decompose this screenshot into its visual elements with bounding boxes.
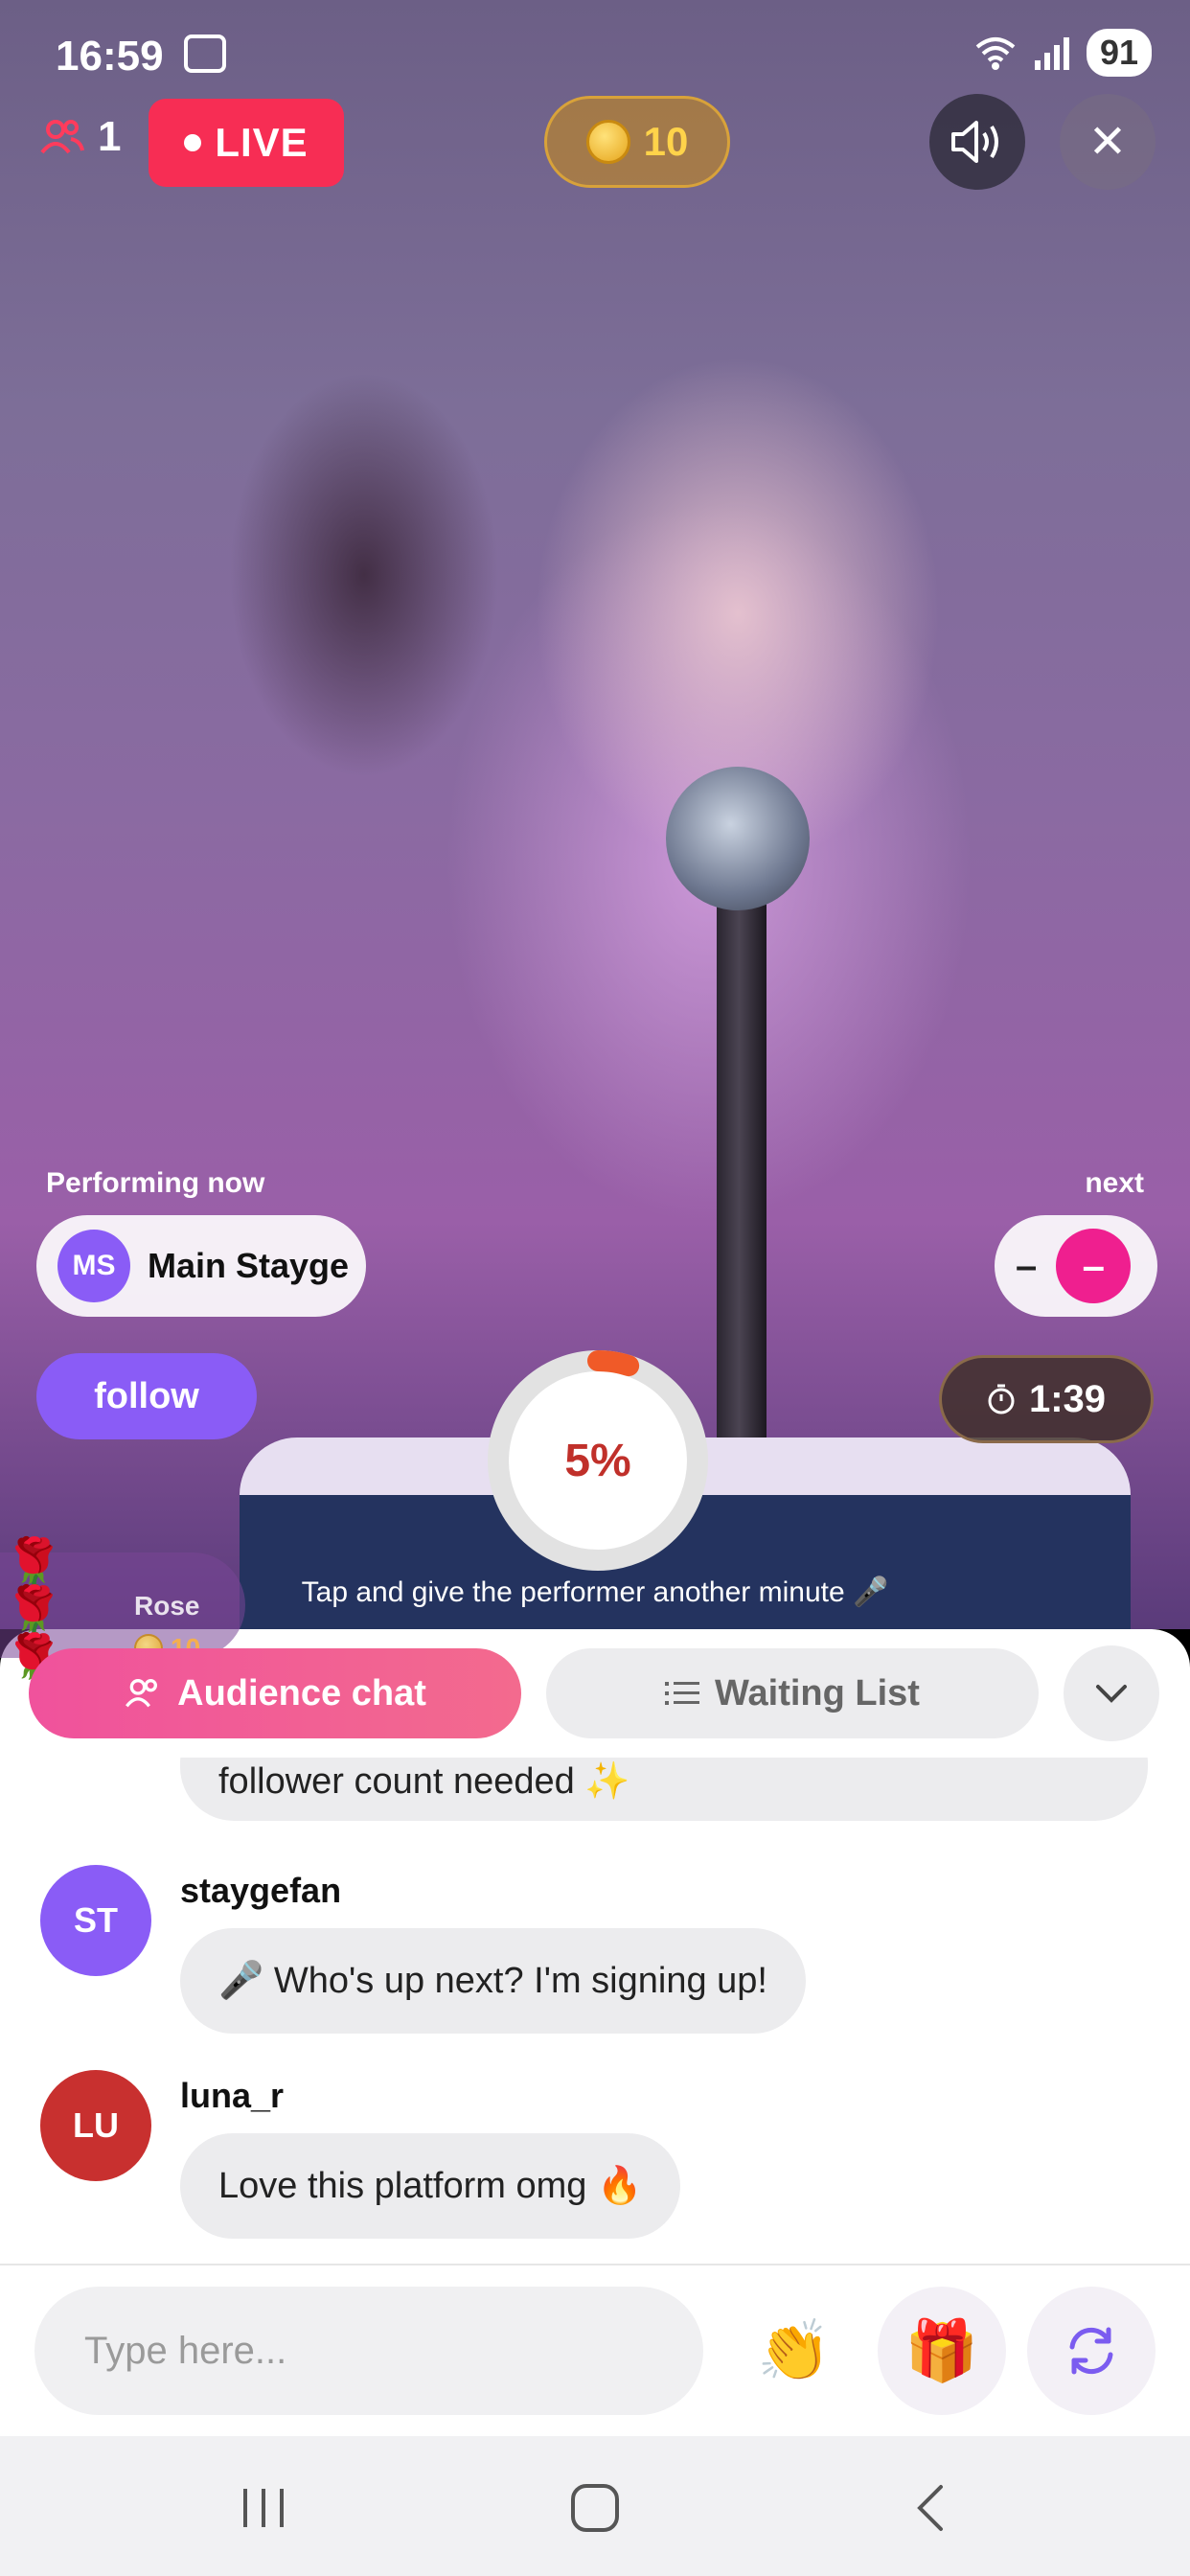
- close-button[interactable]: ✕: [1060, 94, 1156, 190]
- live-stream-screen: 16:59 91 1 LIVE 10 ✕ Performing now MS M…: [0, 0, 1190, 2576]
- next-performer-name: –: [1016, 1244, 1038, 1287]
- chat-message-text: follower count needed ✨: [218, 1761, 630, 1802]
- chat-message-text: Love this platform omg 🔥: [218, 2166, 643, 2206]
- next-label: next: [1085, 1167, 1144, 1199]
- audience-icon: [126, 1678, 158, 1708]
- tab-waiting-list[interactable]: Waiting List: [546, 1648, 1039, 1738]
- status-time: 16:59: [56, 33, 164, 80]
- gift-button[interactable]: 🎁: [878, 2287, 1006, 2415]
- next-performer-chip[interactable]: – –: [995, 1215, 1157, 1317]
- refresh-button[interactable]: [1027, 2287, 1156, 2415]
- list-icon: [665, 1682, 700, 1705]
- signal-icon: [1034, 37, 1069, 70]
- back-button[interactable]: [881, 2474, 977, 2542]
- live-label: LIVE: [215, 120, 309, 165]
- clap-button[interactable]: 👏: [730, 2287, 858, 2415]
- coin-icon: [585, 120, 630, 164]
- extend-time-button[interactable]: 5%: [487, 1349, 709, 1572]
- screenshot-icon: [184, 34, 226, 73]
- clap-icon: 👏: [757, 2317, 832, 2384]
- chat-message-text: 🎤 Who's up next? I'm signing up!: [218, 1961, 767, 2001]
- recents-icon: [243, 2489, 284, 2527]
- system-navbar: [0, 2436, 1190, 2576]
- performer-name: Main Stayge: [148, 1246, 350, 1285]
- close-icon: ✕: [1087, 117, 1128, 168]
- recent-apps-button[interactable]: [216, 2474, 311, 2542]
- follow-button[interactable]: follow: [36, 1353, 257, 1439]
- performer-avatar: MS: [57, 1230, 130, 1302]
- refresh-icon: [1069, 2327, 1113, 2375]
- gift-name: Rose: [134, 1591, 200, 1621]
- chat-username[interactable]: luna_r: [180, 2076, 284, 2116]
- divider: [0, 2264, 1190, 2266]
- status-icons: 91: [973, 29, 1152, 77]
- chat-avatar[interactable]: ST: [40, 1865, 151, 1976]
- live-badge: LIVE: [149, 99, 344, 187]
- home-button[interactable]: [547, 2474, 643, 2542]
- tab-audience-label: Audience chat: [177, 1672, 426, 1714]
- gift-icon: 🎁: [904, 2317, 979, 2384]
- coin-balance-button[interactable]: 10: [544, 96, 730, 188]
- progress-percent: 5%: [564, 1435, 631, 1486]
- live-dot-icon: [184, 134, 202, 151]
- back-icon: [917, 2485, 943, 2531]
- viewer-count: 1: [38, 113, 121, 161]
- current-performer-chip[interactable]: MS Main Stayge: [36, 1215, 366, 1317]
- speaker-icon: [951, 121, 998, 163]
- next-performer-avatar: –: [1056, 1229, 1132, 1303]
- battery-level: 91: [1086, 29, 1152, 77]
- performing-now-label: Performing now: [46, 1167, 265, 1199]
- chat-tabs: Audience chat Waiting List: [0, 1629, 1190, 1758]
- chat-input[interactable]: Type here...: [34, 2287, 703, 2415]
- viewers-icon: [40, 120, 84, 154]
- chat-message-bubble: 🎤 Who's up next? I'm signing up!: [180, 1928, 806, 2034]
- home-icon: [571, 2484, 619, 2532]
- collapse-sheet-button[interactable]: [1064, 1645, 1159, 1741]
- chat-list[interactable]: follower count needed ✨ ST staygefan 🎤 W…: [0, 1758, 1190, 2266]
- chat-message-bubble: Love this platform omg 🔥: [180, 2133, 681, 2239]
- coin-balance-value: 10: [643, 119, 689, 164]
- chat-avatar[interactable]: LU: [40, 2070, 151, 2181]
- chat-message-bubble: follower count needed ✨: [180, 1758, 1148, 1821]
- chat-username[interactable]: staygefan: [180, 1871, 341, 1911]
- tab-waiting-label: Waiting List: [715, 1672, 920, 1714]
- time-remaining: 1:39: [939, 1355, 1154, 1443]
- wifi-icon: [975, 37, 1016, 70]
- microphone: [666, 767, 810, 910]
- tab-audience-chat[interactable]: Audience chat: [29, 1648, 521, 1738]
- sound-toggle-button[interactable]: [929, 94, 1025, 190]
- stopwatch-icon: [988, 1384, 1015, 1414]
- chevron-down-icon: [1096, 1685, 1127, 1703]
- timer-value: 1:39: [1028, 1377, 1107, 1420]
- viewer-count-value: 1: [98, 113, 122, 160]
